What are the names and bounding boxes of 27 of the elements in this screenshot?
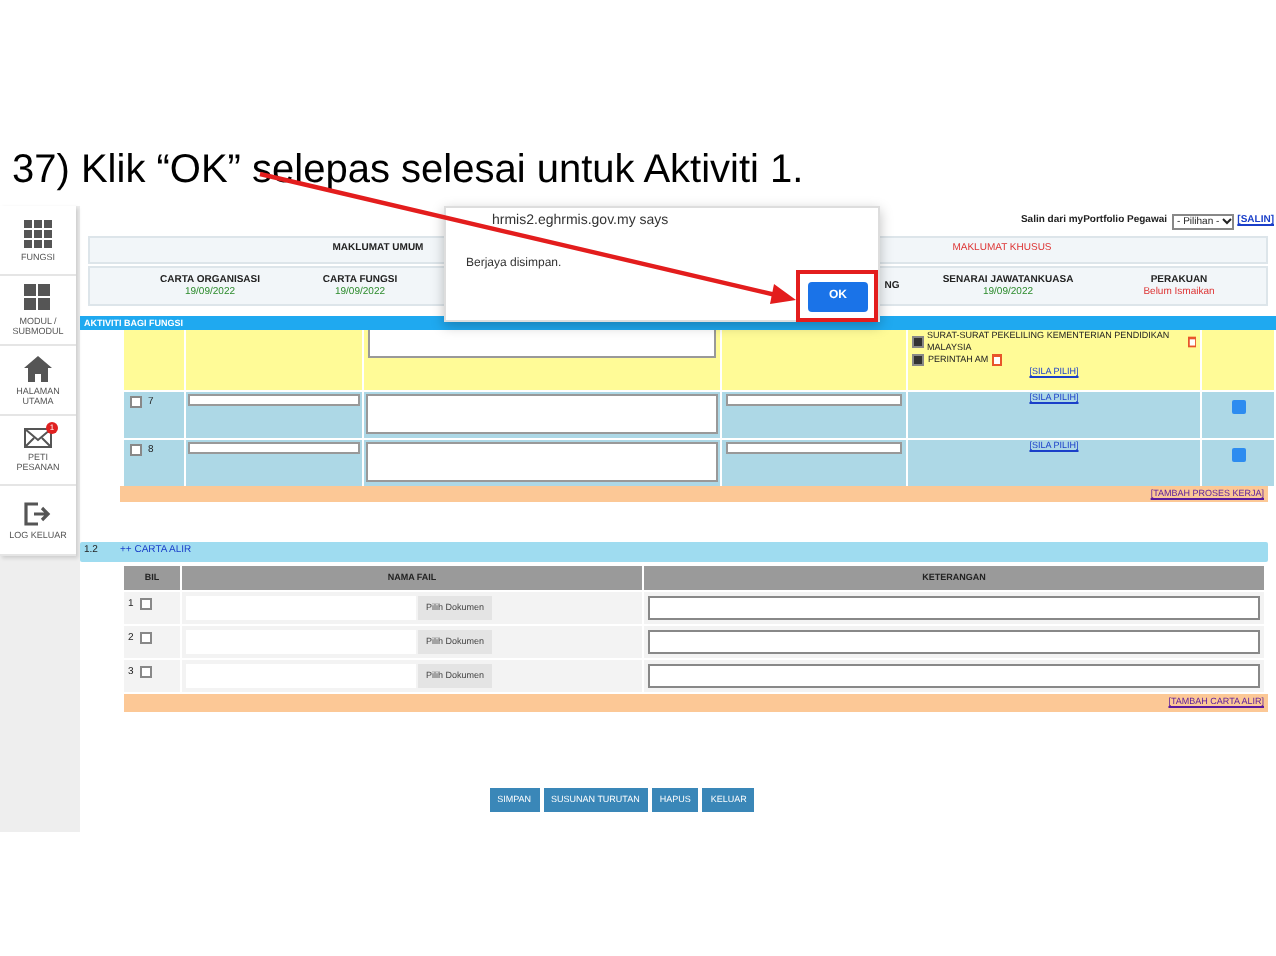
trash-icon[interactable]: [992, 354, 1003, 366]
checkbox[interactable]: [139, 598, 152, 610]
input-field[interactable]: [726, 394, 902, 406]
home-icon: [24, 355, 52, 381]
logout-icon: [24, 501, 52, 525]
grid-icon: [24, 219, 52, 247]
file-field[interactable]: [186, 630, 416, 654]
input-field[interactable]: [188, 394, 360, 406]
checkbox[interactable]: [130, 444, 142, 456]
mail-icon: [24, 428, 52, 448]
file-field[interactable]: [186, 664, 416, 688]
input-field[interactable]: [188, 442, 360, 454]
checkbox[interactable]: [912, 336, 924, 348]
dropdown-icon: [1221, 216, 1232, 226]
textarea-field[interactable]: [368, 330, 716, 358]
checkbox[interactable]: [912, 354, 924, 366]
trash-icon[interactable]: [1187, 336, 1197, 348]
table-cell: [124, 330, 184, 390]
checkbox[interactable]: [139, 632, 152, 644]
highlight-frame: [796, 270, 878, 322]
action-icon[interactable]: [1231, 448, 1245, 462]
grid-icon: [24, 284, 52, 312]
action-icon[interactable]: [1231, 400, 1245, 414]
input-field[interactable]: [726, 442, 902, 454]
file-field[interactable]: [186, 596, 416, 620]
checkbox[interactable]: [139, 666, 152, 678]
checkbox[interactable]: [130, 396, 142, 408]
